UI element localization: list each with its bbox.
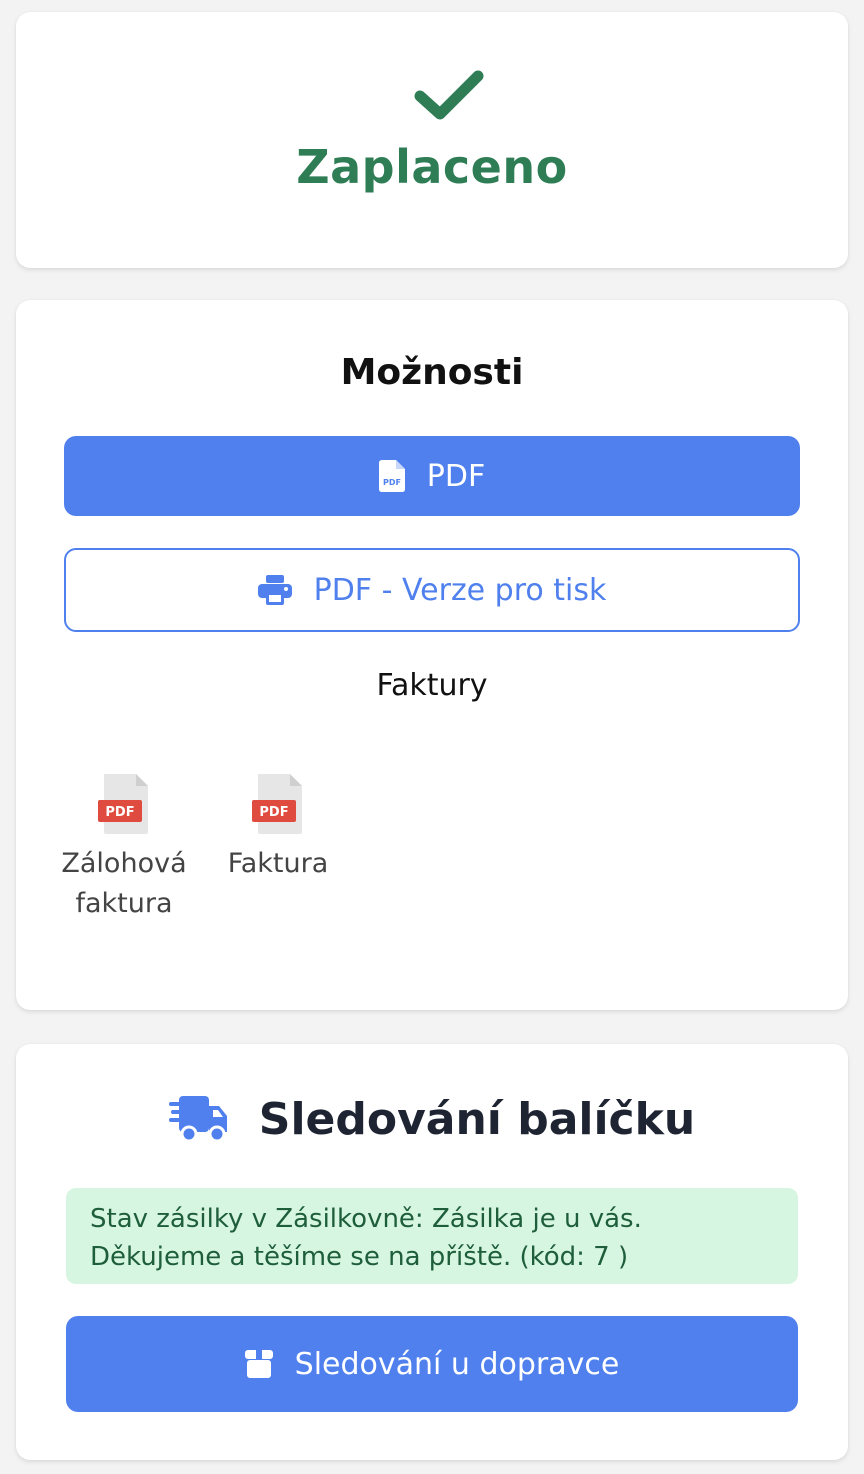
advance-invoice-link[interactable]: PDF Zálohová faktura bbox=[60, 774, 188, 924]
package-tracking-card: Sledování balíčku Stav zásilky v Zásilko… bbox=[16, 1044, 848, 1460]
svg-text:PDF: PDF bbox=[259, 805, 288, 820]
carrier-tracking-button[interactable]: Sledování u dopravce bbox=[66, 1316, 798, 1412]
shipment-status-message: Stav zásilky v Zásilkovně: Zásilka je u … bbox=[66, 1188, 798, 1284]
tracking-title: Sledování balíčku bbox=[258, 1094, 696, 1145]
tracking-header: Sledování balíčku bbox=[16, 1094, 848, 1145]
invoices-heading: Faktury bbox=[376, 668, 488, 703]
svg-text:PDF: PDF bbox=[383, 478, 401, 487]
payment-status-card: Zaplaceno bbox=[16, 12, 848, 268]
payment-status-label: Zaplaceno bbox=[296, 140, 568, 194]
shipping-truck-icon bbox=[168, 1095, 227, 1142]
advance-invoice-label: Zálohová faktura bbox=[61, 848, 187, 919]
printer-icon bbox=[257, 575, 292, 605]
options-card: Možnosti PDF PDF PDF - Verze pro tisk Fa… bbox=[16, 300, 848, 1010]
invoice-label: Faktura bbox=[227, 848, 329, 879]
pdf-print-button-label: PDF - Verze pro tisk bbox=[313, 572, 607, 608]
pdf-button-label: PDF bbox=[426, 458, 486, 494]
file-pdf-icon: PDF bbox=[378, 460, 405, 492]
pdf-file-icon: PDF bbox=[98, 774, 148, 834]
box-icon bbox=[244, 1350, 273, 1378]
check-icon bbox=[414, 70, 484, 120]
options-title: Možnosti bbox=[340, 352, 524, 393]
pdf-file-icon: PDF bbox=[252, 774, 302, 834]
pdf-button[interactable]: PDF PDF bbox=[64, 436, 800, 516]
svg-text:PDF: PDF bbox=[105, 805, 134, 820]
carrier-tracking-button-label: Sledování u dopravce bbox=[294, 1346, 620, 1382]
invoice-link[interactable]: PDF Faktura bbox=[216, 774, 340, 884]
pdf-print-button[interactable]: PDF - Verze pro tisk bbox=[64, 548, 800, 632]
